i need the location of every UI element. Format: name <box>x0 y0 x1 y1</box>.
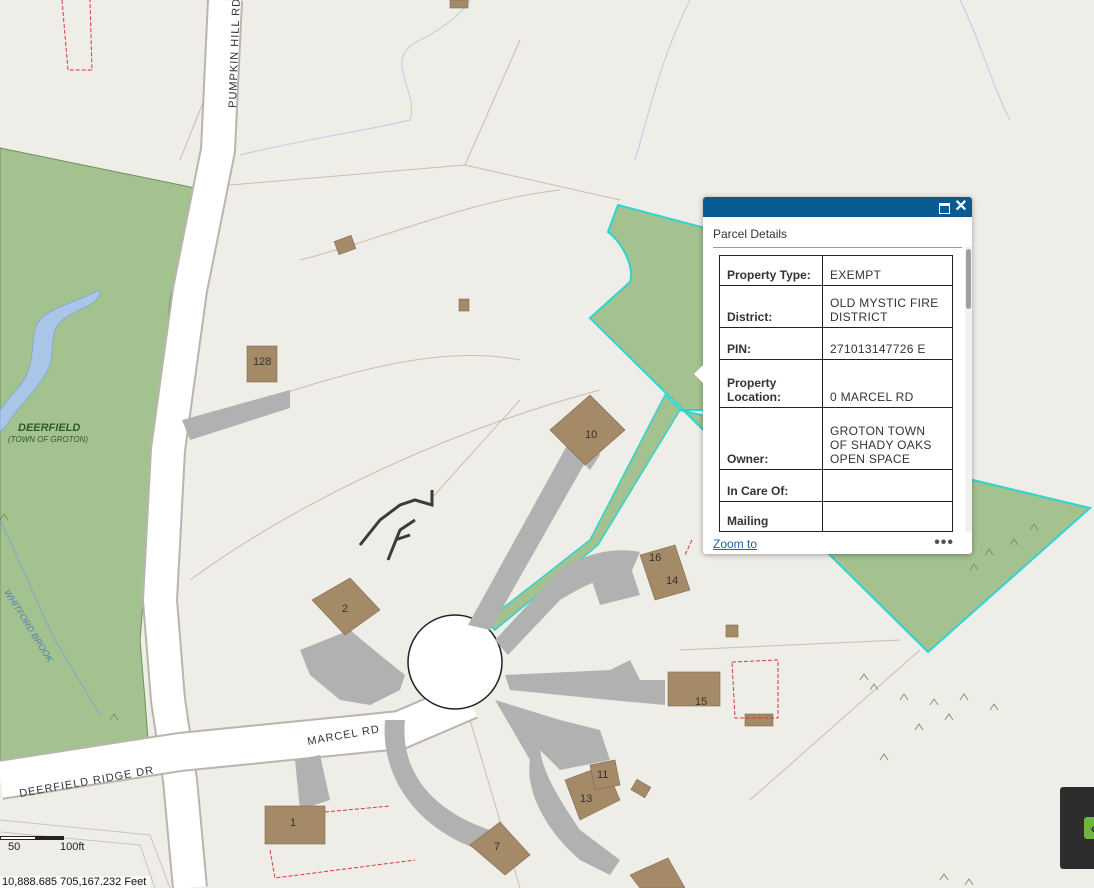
attribute-value: GROTON TOWN OF SHADY OAKS OPEN SPACE <box>822 407 953 470</box>
lot-number: 11 <box>597 769 608 781</box>
park-name-label: DEERFIELD <box>18 422 80 434</box>
more-options-button[interactable]: ••• <box>934 534 954 552</box>
close-icon[interactable]: ✕ <box>953 199 969 215</box>
maximize-icon[interactable] <box>936 199 952 215</box>
scalebar-label: 50 <box>8 841 21 853</box>
attribute-value: 0 MARCEL RD <box>822 359 953 408</box>
lot-number: 14 <box>666 575 678 587</box>
attribute-row: Property Location: 0 MARCEL RD <box>719 359 953 408</box>
attribute-value: OLD MYSTIC FIRE DISTRICT <box>822 285 953 328</box>
attribute-value <box>822 469 953 502</box>
parcel-attributes-table: Property Type: EXEMPT District: OLD MYSTIC … <box>719 255 953 532</box>
popup-title: Parcel Details <box>713 227 962 248</box>
attribute-row: Owner: GROTON TOWN OF SHADY OAKS OPEN SPA… <box>719 407 953 470</box>
lot-number: 13 <box>580 793 592 805</box>
attribute-row: District: OLD MYSTIC FIRE DISTRICT <box>719 285 953 328</box>
lot-number: 16 <box>649 552 661 564</box>
attribute-label: Property Location: <box>719 359 823 408</box>
park-sub-label: (TOWN OF GROTON) <box>8 435 88 444</box>
attribute-label: In Care Of: <box>719 469 823 502</box>
parcel-details-popup[interactable]: ✕ Parcel Details Property Type: EXEMPT Dis… <box>694 197 972 554</box>
attribute-label: PIN: <box>719 327 823 360</box>
attribute-value: 271013147726 E <box>822 327 953 360</box>
attribute-label: District: <box>719 285 823 328</box>
attribute-row: PIN: 271013147726 E <box>719 327 953 360</box>
popup-body[interactable]: Property Type: EXEMPT District: OLD MYSTIC … <box>703 247 965 532</box>
attribute-row: In Care Of: <box>719 469 953 502</box>
attribute-value: EXEMPT <box>822 255 953 286</box>
lot-number: 15 <box>695 696 707 708</box>
widget-panel-toggle[interactable]: ‹ <box>1060 787 1094 869</box>
lot-number: 10 <box>585 429 597 441</box>
popup-footer: Zoom to ••• <box>703 534 972 554</box>
scalebar-segment <box>0 836 36 840</box>
attribute-row: Mailing <box>719 501 953 532</box>
popup-scrollbar-thumb[interactable] <box>966 249 971 309</box>
popup-header: ✕ <box>703 197 972 217</box>
attribute-label: Mailing <box>719 501 823 532</box>
lot-number: 2 <box>342 603 348 615</box>
chevron-left-icon[interactable]: ‹ <box>1084 817 1094 839</box>
lot-number: 7 <box>494 841 500 853</box>
attribute-value <box>822 501 953 532</box>
attribute-label: Property Type: <box>719 255 823 286</box>
lot-number: 1 <box>290 817 296 829</box>
lot-number: 128 <box>253 356 271 368</box>
scalebar: 50 100ft <box>0 832 100 854</box>
coordinate-readout: 10,888.685 705,167.232 Feet <box>0 876 151 888</box>
scalebar-label: 100ft <box>60 841 85 853</box>
attribute-row: Property Type: EXEMPT <box>719 255 953 286</box>
attribute-label: Owner: <box>719 407 823 470</box>
popup-scrollbar[interactable] <box>965 247 972 532</box>
scalebar-segment <box>35 836 64 840</box>
zoom-to-link[interactable]: Zoom to <box>713 537 757 551</box>
